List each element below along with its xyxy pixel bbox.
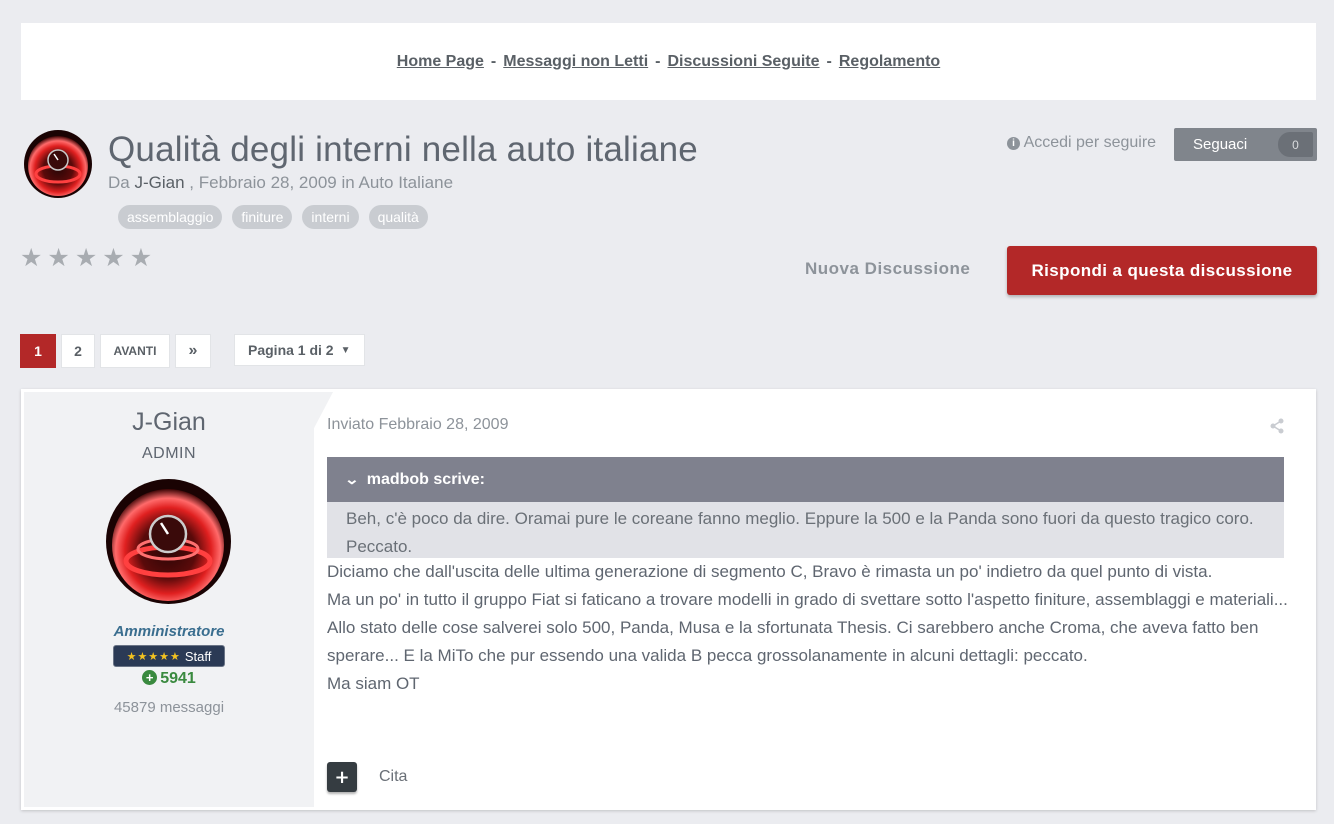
tag-finiture[interactable]: finiture [232,205,293,229]
follower-count-badge: 0 [1278,132,1313,157]
page-jump-dropdown[interactable]: Pagina 1 di 2 ▼ [234,334,365,366]
tag-assemblaggio[interactable]: assemblaggio [118,205,223,229]
tag-qualita[interactable]: qualità [368,205,428,229]
share-icon[interactable] [1269,418,1285,434]
badge-label: Staff [184,648,212,664]
reputation-score: +5941 [24,670,314,688]
staff-badge: ★★★★★ Staff [113,645,225,667]
post-author-avatar[interactable] [106,479,231,604]
post-body: Diciamo che dall'uscita delle ultima gen… [327,558,1292,698]
byline-comma: , [189,173,195,192]
rating-stars[interactable]: ★ ★ ★ ★ ★ [20,245,152,270]
follow-button-label: Seguaci [1193,136,1248,153]
follow-login-text: Accedi per seguire [1023,134,1157,151]
double-chevron-right-icon: » [188,342,198,359]
follow-button[interactable]: Seguaci 0 [1174,128,1317,161]
post-author-group: Amministratore [113,623,225,640]
star-icon[interactable]: ★ [47,245,69,270]
page-1-button[interactable]: 1 [20,334,56,368]
byline-forum-link[interactable]: Auto Italiane [359,173,454,192]
topic-byline: Da J-Gian , Febbraio 28, 2009 in Auto It… [108,173,453,193]
chevron-down-icon: ⌄ [344,471,360,487]
post-paragraph: Ma un po' in tutto il gruppo Fiat si fat… [327,590,1288,609]
post-count: 45879 messaggi [113,699,225,716]
tag-list: assemblaggio finiture interni qualità [118,205,428,229]
badge-stars: ★★★★★ [126,650,181,663]
author-avatar[interactable] [24,130,92,198]
multiquote-button[interactable]: + [327,762,357,792]
post-author-role: ADMIN [141,445,197,462]
topic-title: Qualità degli interni nella auto italian… [108,130,698,169]
follow-login-link[interactable]: i Accedi per seguire [1007,134,1156,152]
post-author-name[interactable]: J-Gian [24,408,314,437]
byline-prefix: Da [108,173,130,192]
page-jump-label: Pagina 1 di 2 [248,342,334,358]
star-icon[interactable]: ★ [102,245,124,270]
post-paragraph: Ma siam OT [327,674,420,693]
nav-rules-link[interactable]: Regolamento [839,53,940,71]
post-date[interactable]: Inviato Febbraio 28, 2009 [327,416,508,434]
nav-separator: - [490,52,497,70]
star-icon[interactable]: ★ [75,245,97,270]
nav-separator: - [655,52,661,70]
post-card: J-Gian ADMIN Amministratore ★★★★★ Staff … [21,389,1316,810]
top-nav-bar: Home Page - Messaggi non Letti - Discuss… [21,23,1316,100]
caret-down-icon: ▼ [340,344,351,356]
last-page-button[interactable]: » [175,334,211,368]
quote-button[interactable]: Cita [379,768,407,786]
reputation-value: 5941 [160,670,196,687]
byline-author-link[interactable]: J-Gian [134,173,184,192]
page-2-button[interactable]: 2 [61,334,95,368]
byline-in: in [341,173,355,192]
star-icon[interactable]: ★ [20,245,42,270]
star-icon[interactable]: ★ [130,245,152,270]
nav-home-link[interactable]: Home Page [397,53,484,71]
new-discussion-button[interactable]: Nuova Discussione [805,259,970,279]
nav-separator: - [826,52,832,70]
plus-circle-icon: + [142,670,158,685]
post-paragraph: Allo stato delle cose salverei solo 500,… [327,618,1259,665]
pagination: 1 2 AVANTI » [20,334,211,368]
info-icon: i [1007,137,1020,150]
nav-followed-link[interactable]: Discussioni Seguite [667,53,819,71]
byline-date: Febbraio 28, 2009 [198,173,337,192]
quote-text: Beh, c'è poco da dire. Oramai pure le co… [327,502,1284,558]
quote-block: ⌄ madbob scrive: Beh, c'è poco da dire. … [327,457,1284,558]
post-author-panel: J-Gian ADMIN Amministratore ★★★★★ Staff … [24,392,333,807]
tag-interni[interactable]: interni [302,205,359,229]
burner-avatar-image [106,479,231,604]
reply-button[interactable]: Rispondi a questa discussione [1007,246,1317,295]
quote-author: madbob scrive: [366,470,485,488]
quote-header[interactable]: ⌄ madbob scrive: [327,457,1284,502]
post-paragraph: Diciamo che dall'uscita delle ultima gen… [327,562,1213,581]
burner-avatar-image [24,130,92,198]
next-page-button[interactable]: AVANTI [100,334,170,368]
nav-unread-link[interactable]: Messaggi non Letti [503,53,648,71]
